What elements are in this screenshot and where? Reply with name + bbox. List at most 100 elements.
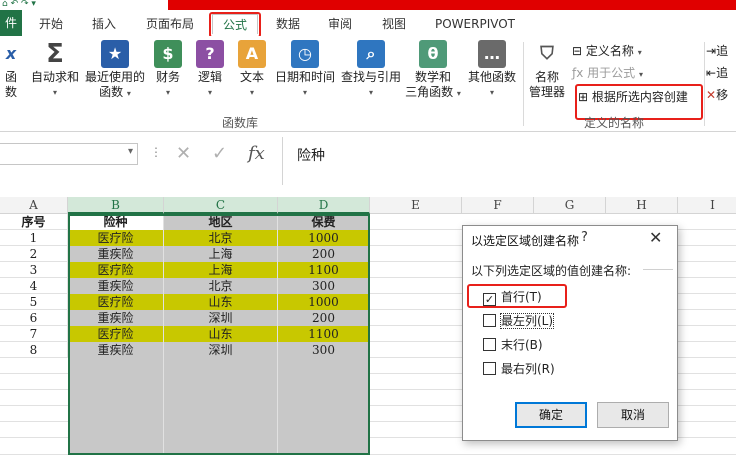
empty-cell[interactable] bbox=[164, 406, 278, 422]
define-name-button[interactable]: ⊟ 定义名称 ▾ bbox=[572, 42, 642, 62]
tab-powerpivot[interactable]: POWERPIVOT bbox=[430, 14, 520, 34]
help-button[interactable]: ? bbox=[581, 230, 588, 245]
checkbox-unchecked-icon[interactable] bbox=[483, 362, 496, 375]
tab-page-layout[interactable]: 页面布局 bbox=[140, 14, 200, 34]
check-icon[interactable]: ✓ bbox=[212, 143, 227, 164]
empty-cell[interactable] bbox=[68, 374, 164, 390]
table-cell[interactable]: 山东 bbox=[164, 326, 278, 342]
table-cell[interactable]: 1100 bbox=[278, 326, 370, 342]
table-cell[interactable]: 北京 bbox=[164, 278, 278, 294]
table-cell[interactable]: 2 bbox=[0, 246, 68, 262]
table-cell[interactable]: 深圳 bbox=[164, 310, 278, 326]
empty-cell[interactable] bbox=[68, 390, 164, 406]
checkbox-right-column[interactable]: 最右列(R) bbox=[483, 360, 555, 378]
table-cell[interactable]: 重疾险 bbox=[68, 278, 164, 294]
datetime-button[interactable]: ◷ 日期和时间 ▾ bbox=[272, 40, 338, 100]
remove-arrows-button[interactable]: ✕移 bbox=[706, 86, 728, 104]
autosum-button[interactable]: Σ 自动求和 ▾ bbox=[28, 40, 82, 100]
empty-cell[interactable] bbox=[164, 374, 278, 390]
ok-button[interactable]: 确定 bbox=[515, 402, 587, 428]
tab-file[interactable]: 件 bbox=[0, 10, 22, 36]
cancel-icon[interactable]: ✕ bbox=[176, 143, 191, 164]
table-cell[interactable]: 北京 bbox=[164, 230, 278, 246]
table-cell[interactable]: 8 bbox=[0, 342, 68, 358]
empty-cell[interactable] bbox=[278, 358, 370, 374]
close-icon[interactable]: ✕ bbox=[649, 228, 662, 247]
checkbox-unchecked-icon[interactable] bbox=[483, 314, 496, 327]
text-button[interactable]: A 文本 ▾ bbox=[234, 40, 270, 100]
column-header-c[interactable]: C bbox=[164, 197, 278, 214]
empty-cell[interactable] bbox=[164, 358, 278, 374]
name-box[interactable]: ▾ bbox=[0, 143, 138, 165]
table-cell[interactable]: 山东 bbox=[164, 294, 278, 310]
empty-cell[interactable] bbox=[68, 438, 164, 454]
column-header-b[interactable]: B bbox=[68, 197, 164, 214]
table-cell[interactable]: 3 bbox=[0, 262, 68, 278]
table-cell[interactable]: 重疾险 bbox=[68, 342, 164, 358]
table-cell[interactable]: 重疾险 bbox=[68, 310, 164, 326]
table-cell[interactable]: 300 bbox=[278, 278, 370, 294]
table-cell[interactable]: 上海 bbox=[164, 262, 278, 278]
table-cell[interactable]: 上海 bbox=[164, 246, 278, 262]
table-cell[interactable]: 1000 bbox=[278, 230, 370, 246]
table-cell[interactable]: 1000 bbox=[278, 294, 370, 310]
empty-cell[interactable] bbox=[68, 406, 164, 422]
column-header-e[interactable]: E bbox=[370, 197, 462, 214]
lookup-button[interactable]: ⌕ 查找与引用 ▾ bbox=[338, 40, 404, 100]
empty-cell[interactable] bbox=[278, 390, 370, 406]
tab-data[interactable]: 数据 bbox=[270, 14, 306, 34]
drag-handle-icon[interactable]: ⋮ bbox=[150, 145, 162, 159]
trace-dependents-button[interactable]: ⇤追 bbox=[706, 64, 728, 82]
header-cell-premium[interactable]: 保费 bbox=[278, 214, 370, 230]
empty-cell[interactable] bbox=[164, 390, 278, 406]
table-cell[interactable]: 1100 bbox=[278, 262, 370, 278]
logical-button[interactable]: ? 逻辑 ▾ bbox=[192, 40, 228, 100]
insert-function-button[interactable]: x 函数 bbox=[0, 40, 22, 100]
tab-insert[interactable]: 插入 bbox=[86, 14, 122, 34]
empty-cell[interactable] bbox=[278, 374, 370, 390]
table-cell[interactable]: 7 bbox=[0, 326, 68, 342]
column-header-h[interactable]: H bbox=[606, 197, 678, 214]
empty-cell[interactable] bbox=[68, 422, 164, 438]
cancel-button[interactable]: 取消 bbox=[597, 402, 669, 428]
more-functions-button[interactable]: … 其他函数 ▾ bbox=[464, 40, 520, 100]
checkbox-bottom-row[interactable]: 末行(B) bbox=[483, 336, 543, 354]
column-header-i[interactable]: I bbox=[678, 197, 736, 214]
empty-cell[interactable] bbox=[164, 422, 278, 438]
header-cell-index[interactable]: 序号 bbox=[0, 214, 68, 230]
use-in-formula-button[interactable]: ƒx 用于公式 ▾ bbox=[572, 64, 643, 84]
header-cell-insurance[interactable]: 险种 bbox=[68, 214, 164, 230]
column-header-d[interactable]: D bbox=[278, 197, 370, 214]
table-cell[interactable]: 医疗险 bbox=[68, 230, 164, 246]
recent-functions-button[interactable]: ★ 最近使用的 函数 ▾ bbox=[82, 40, 148, 101]
table-cell[interactable]: 医疗险 bbox=[68, 262, 164, 278]
table-cell[interactable]: 深圳 bbox=[164, 342, 278, 358]
table-cell[interactable]: 1 bbox=[0, 230, 68, 246]
table-cell[interactable]: 5 bbox=[0, 294, 68, 310]
financial-button[interactable]: $ 财务 ▾ bbox=[150, 40, 186, 100]
formula-input[interactable]: 险种 bbox=[282, 137, 736, 185]
table-cell[interactable]: 医疗险 bbox=[68, 326, 164, 342]
empty-cell[interactable] bbox=[278, 422, 370, 438]
header-cell-region[interactable]: 地区 bbox=[164, 214, 278, 230]
table-cell[interactable]: 4 bbox=[0, 278, 68, 294]
column-header-a[interactable]: A bbox=[0, 197, 68, 214]
table-cell[interactable]: 300 bbox=[278, 342, 370, 358]
empty-cell[interactable] bbox=[278, 406, 370, 422]
table-cell[interactable]: 200 bbox=[278, 246, 370, 262]
checkbox-unchecked-icon[interactable] bbox=[483, 338, 496, 351]
quick-access-toolbar[interactable]: ⌂ ↶ ↷ ▾ bbox=[2, 0, 152, 10]
empty-cell[interactable] bbox=[68, 358, 164, 374]
name-manager-button[interactable]: ⛉ 名称 管理器 bbox=[526, 40, 568, 100]
table-cell[interactable]: 200 bbox=[278, 310, 370, 326]
column-header-f[interactable]: F bbox=[462, 197, 534, 214]
column-header-g[interactable]: G bbox=[534, 197, 606, 214]
tab-home[interactable]: 开始 bbox=[34, 14, 68, 34]
empty-cell[interactable] bbox=[164, 438, 278, 454]
trace-precedents-button[interactable]: ⇥追 bbox=[706, 42, 728, 60]
empty-cell[interactable] bbox=[278, 438, 370, 454]
tab-review[interactable]: 审阅 bbox=[322, 14, 358, 34]
table-cell[interactable]: 医疗险 bbox=[68, 294, 164, 310]
checkbox-left-column[interactable]: 最左列(L) bbox=[483, 312, 555, 330]
table-cell[interactable]: 重疾险 bbox=[68, 246, 164, 262]
